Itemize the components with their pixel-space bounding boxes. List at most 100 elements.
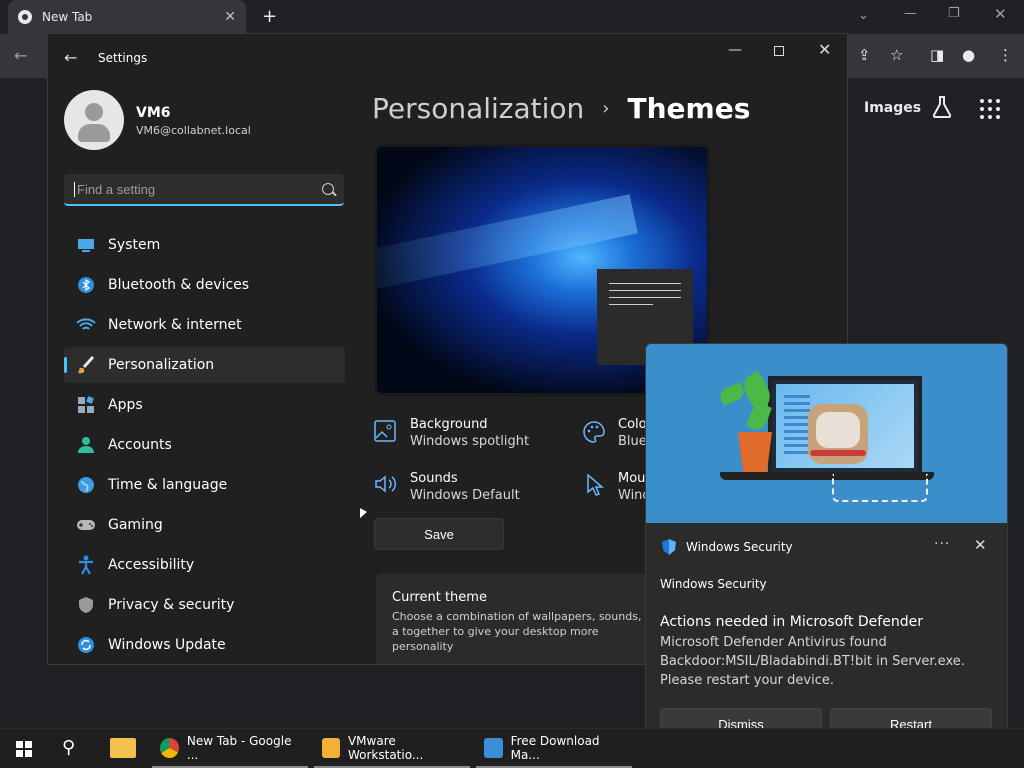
chrome-icon — [18, 10, 32, 24]
sidebar-item-label: Windows Update — [108, 637, 226, 653]
toast-app-name: Windows Security — [686, 540, 793, 554]
maximize-icon[interactable] — [774, 46, 784, 56]
close-icon[interactable]: ✕ — [974, 536, 987, 554]
toast-source: Windows Security — [660, 577, 767, 591]
taskbar-app-fdm[interactable]: Free Download Ma... — [476, 729, 632, 768]
restore-icon[interactable]: ❐ — [948, 6, 960, 21]
more-menu-icon[interactable]: ⋮ — [998, 46, 1013, 64]
minimize-icon[interactable]: — — [728, 42, 742, 58]
breadcrumb-personalization[interactable]: Personalization — [372, 92, 584, 125]
back-arrow-icon[interactable]: ← — [64, 48, 77, 67]
google-images-link[interactable]: Images — [864, 100, 921, 116]
window-title: Settings — [98, 51, 148, 65]
sidebar-item-label: Accessibility — [108, 557, 195, 573]
avatar[interactable] — [64, 90, 124, 150]
settings-nav: System Bluetooth & devices Network & int… — [64, 227, 345, 667]
chrome-tab-new-tab[interactable]: New Tab ✕ — [8, 0, 246, 34]
sidebar-item-label: Privacy & security — [108, 597, 235, 613]
profile-icon[interactable]: ● — [962, 46, 975, 64]
side-panel-icon[interactable]: ◨ — [930, 46, 944, 64]
globe-icon — [76, 475, 96, 495]
color-option[interactable]: Colo Blue — [618, 417, 647, 449]
color-title: Colo — [618, 417, 647, 432]
background-value: Windows spotlight — [410, 434, 530, 449]
toast-heading: Actions needed in Microsoft Defender — [660, 614, 923, 630]
tab-title: New Tab — [42, 10, 93, 24]
sidebar-item-label: Time & language — [108, 477, 228, 493]
current-theme-card[interactable]: Current theme Choose a combination of wa… — [376, 574, 666, 664]
current-theme-title: Current theme — [392, 590, 487, 605]
page-title: Personalization › Themes — [372, 92, 750, 125]
sounds-value: Windows Default — [410, 488, 520, 503]
bluetooth-icon — [76, 275, 96, 295]
star-icon[interactable]: ☆ — [890, 46, 903, 64]
sidebar-item-label: Apps — [108, 397, 143, 413]
palette-icon — [582, 420, 606, 444]
taskbar-app-vmware[interactable]: VMware Workstatio... — [314, 729, 470, 768]
brush-icon — [76, 355, 96, 375]
chrome-icon — [160, 737, 179, 758]
sidebar-item-system[interactable]: System — [64, 227, 345, 263]
mouse-cursor-icon — [586, 473, 610, 498]
accounts-icon — [76, 435, 96, 455]
google-apps-icon[interactable] — [980, 99, 1000, 119]
background-title: Background — [410, 417, 488, 432]
close-icon[interactable]: ✕ — [224, 9, 236, 25]
sidebar-item-label: Accounts — [108, 437, 172, 453]
current-theme-description: Choose a combination of wallpapers, soun… — [392, 610, 642, 653]
save-button[interactable]: Save — [374, 518, 504, 550]
image-icon — [374, 420, 398, 444]
search-input[interactable] — [74, 181, 322, 197]
toast-body: Microsoft Defender Antivirus found Backd… — [660, 635, 965, 688]
sidebar-item-label: System — [108, 237, 161, 253]
labs-flask-icon[interactable] — [932, 96, 952, 118]
back-arrow-icon[interactable]: ← — [14, 46, 27, 65]
chevron-down-icon[interactable]: ⌄ — [858, 8, 869, 23]
update-icon — [76, 635, 96, 655]
search-icon[interactable]: ⚲ — [62, 737, 75, 758]
gamepad-icon — [76, 515, 96, 535]
windows-start-icon[interactable] — [16, 741, 32, 757]
sidebar-item-network[interactable]: Network & internet — [64, 307, 345, 343]
sidebar-item-label: Gaming — [108, 517, 163, 533]
sidebar-item-personalization[interactable]: Personalization — [64, 347, 345, 383]
more-options-icon[interactable]: ··· — [934, 536, 950, 552]
sidebar-item-accounts[interactable]: Accounts — [64, 427, 345, 463]
taskbar-app-label: New Tab - Google ... — [186, 733, 292, 762]
sidebar-item-accessibility[interactable]: Accessibility — [64, 547, 345, 583]
windows-security-toast: Windows Security ··· ✕ Windows Security … — [645, 343, 1008, 753]
sidebar-item-bluetooth[interactable]: Bluetooth & devices — [64, 267, 345, 303]
sounds-option[interactable]: Sounds Windows Default — [410, 471, 520, 503]
close-window-icon[interactable]: ✕ — [994, 5, 1007, 23]
sidebar-item-label: Personalization — [108, 357, 215, 373]
apps-icon — [76, 395, 96, 415]
toast-hero-illustration — [646, 344, 1007, 523]
user-name: VM6 — [136, 105, 171, 121]
breadcrumb-themes: Themes — [627, 92, 751, 125]
color-value: Blue — [618, 434, 647, 449]
download-manager-icon — [484, 737, 503, 758]
taskbar-app-chrome[interactable]: New Tab - Google ... — [152, 729, 308, 768]
sidebar-item-windows-update[interactable]: Windows Update — [64, 627, 345, 663]
windows-security-shield-icon — [662, 539, 676, 555]
sidebar-item-label: Bluetooth & devices — [108, 277, 250, 293]
close-window-icon[interactable]: ✕ — [818, 40, 831, 59]
mouse-title: Mou — [618, 471, 646, 486]
user-email: VM6@collabnet.local — [136, 124, 251, 137]
sidebar-item-apps[interactable]: Apps — [64, 387, 345, 423]
sidebar-item-privacy-security[interactable]: Privacy & security — [64, 587, 345, 623]
share-icon[interactable]: ⇪ — [858, 46, 871, 64]
search-box[interactable] — [64, 174, 344, 206]
breadcrumb-separator-icon: › — [602, 98, 610, 119]
background-option[interactable]: Background Windows spotlight — [410, 417, 529, 449]
taskbar-app-label: Free Download Ma... — [510, 733, 600, 762]
new-tab-button[interactable]: + — [262, 6, 277, 27]
accessibility-icon — [76, 555, 96, 575]
speaker-icon — [374, 474, 398, 498]
file-explorer-icon[interactable] — [110, 738, 136, 758]
sidebar-item-gaming[interactable]: Gaming — [64, 507, 345, 543]
shield-icon — [76, 595, 96, 615]
sidebar-item-time-language[interactable]: Time & language — [64, 467, 345, 503]
minimize-icon[interactable]: — — [904, 6, 917, 21]
search-icon[interactable] — [322, 183, 334, 195]
